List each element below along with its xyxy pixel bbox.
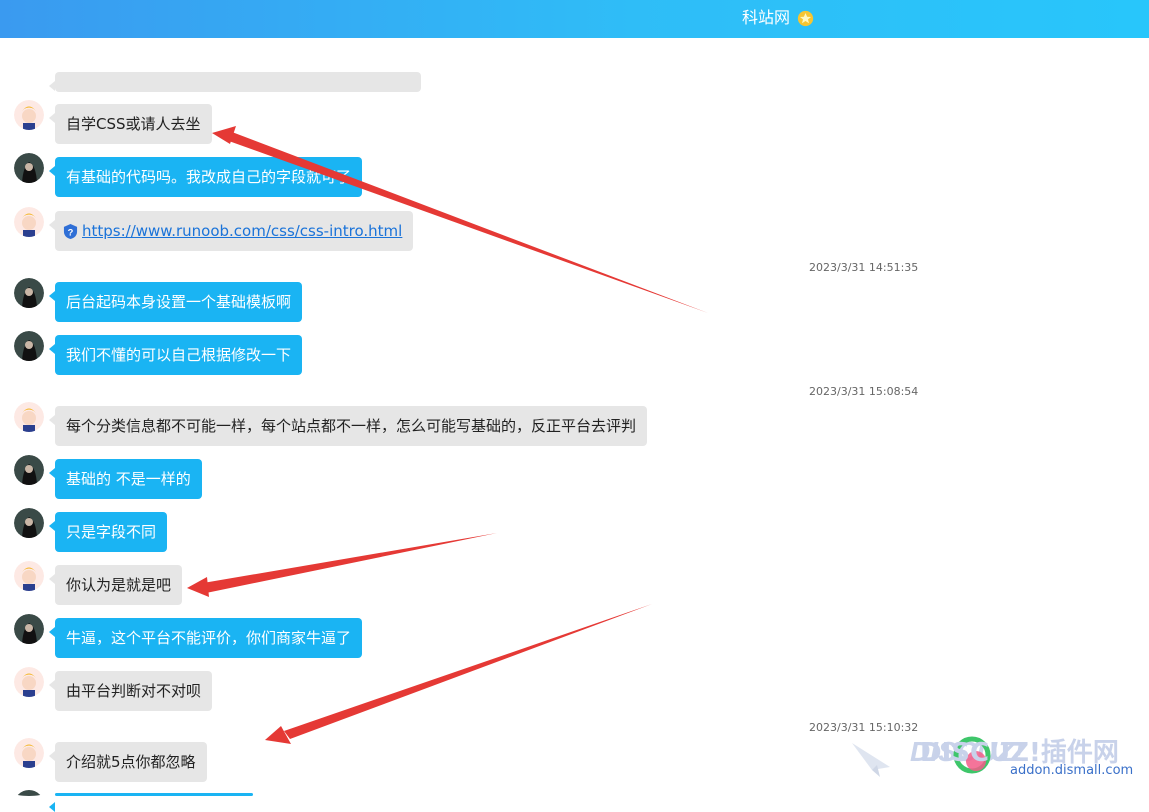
page-title: 科站网 [742, 8, 791, 27]
chat-log[interactable]: 自学CSS或请人去坐 有基础的代码吗。我改成自己的字段就可了 ? https://… [0, 38, 1149, 812]
message-bubble: 介绍就5点你都忽略 [49, 742, 207, 782]
avatar-merchant [14, 100, 44, 130]
avatar-user [14, 790, 44, 796]
message-bubble-partial [49, 72, 421, 92]
avatar-user [14, 278, 44, 308]
message-text: 牛逼，这个平台不能评价，你们商家牛逼了 [66, 629, 352, 647]
message-bubble-link: ? https://www.runoob.com/css/css-intro.ht… [48, 211, 414, 251]
message-text: 每个分类信息都不可能一样，每个站点都不一样，怎么可能写基础的，反正平台去评判 [66, 417, 637, 435]
header-bar: 科站网 [0, 0, 1149, 38]
watermark-url: addon.dismall.com [1010, 763, 1134, 778]
message-bubble: 只是字段不同 [48, 512, 168, 552]
message-link[interactable]: https://www.runoob.com/css/css-intro.htm… [82, 222, 402, 240]
avatar-merchant [14, 561, 44, 591]
avatar-merchant [14, 207, 44, 237]
avatar-user [14, 153, 44, 183]
message-bubble: 由平台判断对不对呗 [48, 671, 213, 711]
message-bubble: 每个分类信息都不可能一样，每个站点都不一样，怎么可能写基础的，反正平台去评判 [48, 406, 648, 446]
avatar-merchant [14, 667, 44, 697]
star-icon [797, 10, 814, 27]
message-bubble: 我们不懂的可以自己根据修改一下 [48, 335, 303, 375]
message-text: 你认为是就是吧 [66, 576, 172, 594]
message-bubble: 你认为是就是吧 [48, 565, 183, 605]
message-text: 介绍就5点你都忽略 [66, 753, 196, 771]
message-text: 后台起码本身设置一个基础模板啊 [66, 293, 292, 311]
avatar-user [14, 614, 44, 644]
message-timestamp: 2023/3/31 15:08:54 [809, 385, 919, 398]
message-bubble: 基础的 不是一样的 [49, 459, 202, 499]
message-text: 只是字段不同 [66, 523, 157, 541]
message-timestamp: 2023/3/31 14:51:35 [809, 261, 919, 274]
avatar-user [14, 331, 44, 361]
shield-help-icon: ? [63, 224, 78, 239]
avatar-merchant [14, 402, 44, 432]
message-text: 基础的 不是一样的 [66, 470, 191, 488]
avatar-merchant [14, 738, 44, 768]
message-text: 自学CSS或请人去坐 [66, 115, 201, 133]
message-text: 我们不懂的可以自己根据修改一下 [66, 346, 292, 364]
message-bubble: 后台起码本身设置一个基础模板啊 [48, 282, 303, 322]
message-text: 由平台判断对不对呗 [66, 682, 202, 700]
message-bubble: 牛逼，这个平台不能评价，你们商家牛逼了 [48, 618, 363, 658]
avatar-user [14, 455, 44, 485]
message-text: 有基础的代码吗。我改成自己的字段就可了 [66, 168, 352, 186]
svg-text:?: ? [68, 227, 74, 237]
message-bubble: 有基础的代码吗。我改成自己的字段就可了 [48, 157, 363, 197]
avatar-user [14, 508, 44, 538]
message-bubble: 自学CSS或请人去坐 [49, 104, 212, 144]
